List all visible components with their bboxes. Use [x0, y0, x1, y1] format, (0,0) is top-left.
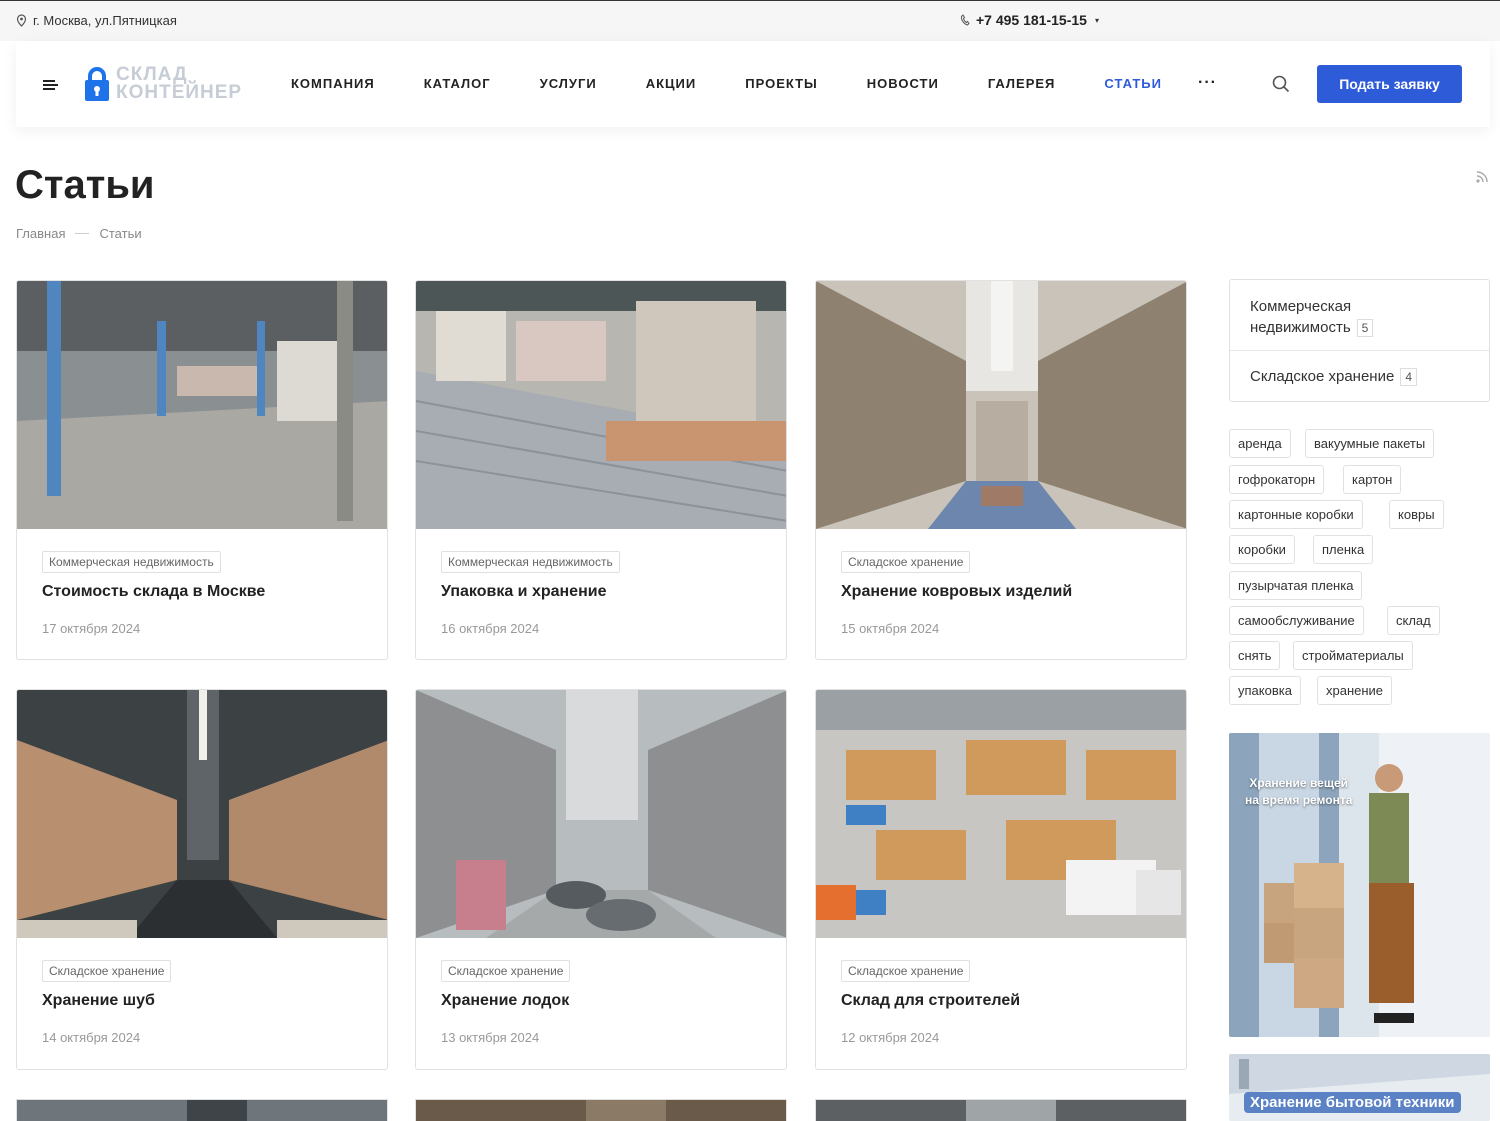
address-text: г. Москва, ул.Пятницкая: [33, 13, 177, 28]
tag-pill[interactable]: коробки: [1229, 535, 1295, 564]
article-title[interactable]: Упаковка и хранение: [441, 583, 606, 601]
tag-pill[interactable]: склад: [1387, 606, 1440, 635]
phone-link[interactable]: +7 495 181-15-15 ▾: [960, 12, 1099, 28]
article-tag[interactable]: Складское хранение: [441, 960, 571, 982]
article-date: 13 октября 2024: [441, 1030, 540, 1045]
banner-text-line1: Хранение вещей: [1249, 776, 1349, 790]
header: СКЛАД КОНТЕЙНЕР КОМПАНИЯ КАТАЛОГ УСЛУГИ …: [16, 41, 1490, 127]
breadcrumb-separator: [75, 233, 90, 234]
article-card-partial[interactable]: [16, 1099, 388, 1121]
tag-pill[interactable]: гофрокаторн: [1229, 465, 1325, 494]
logo-line2: КОНТЕЙНЕР: [116, 82, 243, 103]
main-nav: КОМПАНИЯ КАТАЛОГ УСЛУГИ АКЦИИ ПРОЕКТЫ НО…: [291, 76, 1211, 91]
address[interactable]: г. Москва, ул.Пятницкая: [16, 13, 177, 28]
burger-menu-icon[interactable]: [43, 80, 58, 90]
article-tag[interactable]: Складское хранение: [42, 960, 172, 982]
article-tag[interactable]: Складское хранение: [841, 960, 971, 982]
article-card[interactable]: Коммерческая недвижимость Упаковка и хра…: [415, 280, 787, 660]
nav-catalog[interactable]: КАТАЛОГ: [424, 76, 491, 91]
article-title[interactable]: Хранение лодок: [441, 992, 569, 1010]
search-icon[interactable]: [1272, 75, 1290, 93]
article-card-partial[interactable]: [415, 1099, 787, 1121]
banner-text: Хранение бытовой техники: [1244, 1092, 1461, 1113]
breadcrumb: Главная Статьи: [16, 226, 142, 241]
rss-icon[interactable]: [1476, 170, 1489, 183]
breadcrumb-current: Статьи: [99, 226, 142, 241]
nav-projects[interactable]: ПРОЕКТЫ: [745, 76, 818, 91]
article-date: 14 октября 2024: [42, 1030, 141, 1045]
nav-news[interactable]: НОВОСТИ: [867, 76, 939, 91]
tag-pill[interactable]: пленка: [1313, 535, 1374, 564]
article-tag[interactable]: Коммерческая недвижимость: [441, 551, 620, 573]
category-commercial-realty[interactable]: Коммерческая недвижимость 5: [1250, 296, 1374, 338]
promo-banner-renovation-storage[interactable]: Хранение вещей на время ремонта: [1229, 733, 1490, 1037]
tag-pill[interactable]: картонные коробки: [1229, 500, 1363, 529]
submit-request-button[interactable]: Подать заявку: [1317, 65, 1462, 103]
category-warehouse-storage[interactable]: Складское хранение 4: [1250, 366, 1417, 387]
article-image-boats[interactable]: [416, 690, 787, 938]
category-count: 4: [1400, 368, 1417, 386]
article-image-carpets[interactable]: [816, 281, 1187, 529]
category-list: Коммерческая недвижимость 5 Складское хра…: [1229, 279, 1490, 402]
phone-dropdown-caret[interactable]: ▾: [1095, 16, 1099, 25]
tag-pill[interactable]: стройматериалы: [1293, 641, 1413, 670]
article-date: 17 октября 2024: [42, 621, 141, 636]
article-title[interactable]: Склад для строителей: [841, 992, 1020, 1010]
location-pin-icon: [16, 14, 27, 27]
page-title: Статьи: [15, 163, 155, 207]
lock-logo-icon: [85, 67, 109, 101]
category-divider: [1230, 350, 1489, 351]
article-title[interactable]: Хранение шуб: [42, 992, 155, 1010]
category-label-line1: Коммерческая: [1250, 298, 1352, 315]
article-date: 16 октября 2024: [441, 621, 540, 636]
banner-text: Хранение вещей на время ремонта: [1245, 775, 1352, 809]
phone-icon: [960, 14, 970, 26]
article-title[interactable]: Стоимость склада в Москве: [42, 583, 265, 601]
article-date: 12 октября 2024: [841, 1030, 940, 1045]
article-image-partial: [816, 1100, 1186, 1121]
article-date: 15 октября 2024: [841, 621, 940, 636]
article-image-packaging[interactable]: [416, 281, 787, 529]
category-label: Складское хранение: [1250, 368, 1395, 385]
tag-pill[interactable]: самообслуживание: [1229, 606, 1364, 635]
nav-company[interactable]: КОМПАНИЯ: [291, 76, 375, 91]
article-image-partial: [17, 1100, 387, 1121]
category-count: 5: [1356, 319, 1374, 337]
article-card-partial[interactable]: [815, 1099, 1187, 1121]
nav-articles[interactable]: СТАТЬИ: [1104, 76, 1162, 91]
article-card[interactable]: Складское хранение Склад для строителей …: [815, 689, 1187, 1070]
phone-number: +7 495 181-15-15: [976, 12, 1087, 28]
tag-pill[interactable]: снять: [1229, 641, 1281, 670]
nav-gallery[interactable]: ГАЛЕРЕЯ: [988, 76, 1056, 91]
article-tag[interactable]: Складское хранение: [841, 551, 971, 573]
banner-text-line2: на время ремонта: [1245, 793, 1353, 807]
category-label-line2: недвижимость: [1250, 319, 1351, 336]
article-image-partial: [416, 1100, 786, 1121]
tag-pill[interactable]: хранение: [1317, 676, 1393, 705]
article-image-builders-warehouse[interactable]: [816, 690, 1187, 938]
article-image-warehouse-hall[interactable]: [17, 281, 388, 529]
more-menu-icon[interactable]: ···: [1198, 74, 1217, 92]
tag-pill[interactable]: аренда: [1229, 429, 1291, 458]
logo[interactable]: СКЛАД КОНТЕЙНЕР: [84, 65, 243, 103]
tag-pill[interactable]: упаковка: [1229, 676, 1301, 705]
tag-pill[interactable]: вакуумные пакеты: [1305, 429, 1435, 458]
article-card[interactable]: Складское хранение Хранение шуб 14 октяб…: [16, 689, 388, 1070]
top-bar: г. Москва, ул.Пятницкая +7 495 181-15-15…: [0, 0, 1500, 41]
article-card[interactable]: Складское хранение Хранение ковровых изд…: [815, 280, 1187, 660]
article-card[interactable]: Коммерческая недвижимость Стоимость скла…: [16, 280, 388, 660]
nav-services[interactable]: УСЛУГИ: [540, 76, 597, 91]
tag-pill[interactable]: ковры: [1389, 500, 1444, 529]
article-card[interactable]: Складское хранение Хранение лодок 13 окт…: [415, 689, 787, 1070]
breadcrumb-home[interactable]: Главная: [16, 226, 65, 241]
tag-pill[interactable]: пузырчатая пленка: [1229, 571, 1363, 600]
article-image-furs[interactable]: [17, 690, 388, 938]
article-title[interactable]: Хранение ковровых изделий: [841, 583, 1072, 601]
promo-banner-appliance-storage[interactable]: Хранение бытовой техники: [1229, 1054, 1490, 1121]
article-tag[interactable]: Коммерческая недвижимость: [42, 551, 221, 573]
tag-pill[interactable]: картон: [1343, 465, 1402, 494]
nav-promotions[interactable]: АКЦИИ: [646, 76, 697, 91]
